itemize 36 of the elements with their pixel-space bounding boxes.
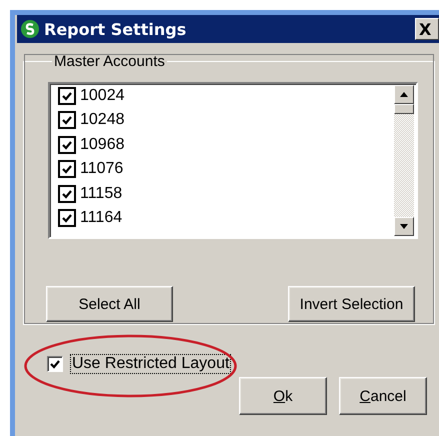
scroll-down-button[interactable] (394, 217, 414, 236)
up-arrow-icon (400, 92, 408, 97)
account-checkbox[interactable] (58, 209, 76, 228)
group-title: Master Accounts (53, 53, 166, 70)
check-icon (61, 138, 73, 151)
restricted-layout-label: Use Restricted Layout (71, 355, 230, 373)
invert-selection-button[interactable]: Invert Selection (288, 286, 415, 322)
account-list[interactable]: 10024 10248 10968 11076 11158 11164 (48, 82, 418, 239)
close-button[interactable]: X (415, 18, 439, 40)
scroll-up-button[interactable] (394, 85, 414, 104)
check-icon (61, 114, 73, 126)
account-checkbox[interactable] (58, 160, 76, 178)
app-logo-icon (20, 19, 40, 39)
select-all-button[interactable]: Select All (46, 286, 173, 322)
check-icon (61, 90, 73, 102)
account-number: 11076 (80, 160, 124, 178)
down-arrow-icon (400, 224, 408, 229)
account-number: 11164 (80, 209, 122, 228)
account-checkbox[interactable] (58, 184, 76, 203)
scrollbar[interactable] (394, 85, 414, 236)
account-checkbox[interactable] (58, 136, 76, 154)
window-title: Report Settings (44, 20, 186, 38)
check-icon (61, 188, 73, 200)
account-number: 11158 (80, 184, 122, 203)
cancel-button[interactable]: Cancel (339, 377, 427, 415)
account-number: 10968 (80, 136, 124, 154)
check-icon (61, 163, 73, 176)
account-checkbox[interactable] (58, 111, 76, 130)
account-checkbox[interactable] (58, 86, 76, 105)
restricted-layout-checkbox[interactable] (47, 356, 63, 372)
ok-button[interactable]: Ok (239, 377, 327, 415)
scroll-thumb[interactable] (394, 104, 414, 114)
check-icon (61, 212, 73, 224)
check-icon (49, 358, 61, 370)
account-number: 10248 (80, 111, 124, 130)
account-number: 10024 (80, 86, 124, 105)
